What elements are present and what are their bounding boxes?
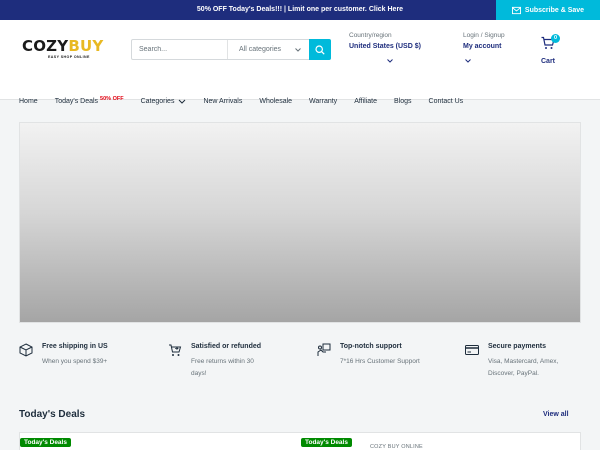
logo[interactable]: COZYBUY EASY SHOP ONLINE	[22, 38, 112, 66]
feature-title: Satisfied or refunded	[191, 343, 262, 350]
nav-affiliate[interactable]: Affiliate	[354, 98, 377, 105]
feature-title: Top-notch support	[340, 343, 402, 350]
feature-refund: Satisfied or refunded Free returns withi…	[168, 343, 293, 380]
country-value: United States (USD $)	[349, 43, 421, 50]
deal-badge: Today's Deals	[20, 438, 71, 447]
support-icon	[317, 343, 331, 356]
section-title: Today's Deals	[19, 409, 86, 420]
cart-count-badge: 0	[551, 34, 560, 43]
main-nav: Home Today's Deals 50% OFF Categories New…	[19, 95, 480, 106]
feature-title: Secure payments	[488, 343, 546, 350]
cart-label: Cart	[541, 58, 556, 65]
country-label: Country/region	[349, 32, 392, 39]
login-label: Login / Signup	[463, 32, 505, 39]
chevron-down-icon	[179, 99, 186, 104]
credit-card-icon	[465, 345, 479, 355]
deal-badge: Today's Deals	[301, 438, 352, 447]
search-button[interactable]	[309, 39, 331, 60]
subscribe-button[interactable]: Subscribe & Save	[496, 0, 600, 20]
chevron-down-icon	[387, 59, 393, 63]
feature-title: Free shipping in US	[42, 343, 108, 350]
feature-support: Top-notch support 7*16 Hrs Customer Supp…	[317, 343, 420, 368]
search-input[interactable]	[132, 40, 227, 59]
logo-tagline: EASY SHOP ONLINE	[48, 55, 90, 59]
chevron-down-icon	[465, 59, 471, 63]
nav-new-arrivals[interactable]: New Arrivals	[203, 98, 242, 105]
search-bar: All categories	[131, 39, 331, 60]
feature-desc: When you spend $39+	[42, 358, 108, 365]
feature-desc: Free returns within 30 days!	[191, 358, 254, 377]
nav-deals-label: Today's Deals	[54, 98, 99, 105]
nav-wholesale[interactable]: Wholesale	[259, 98, 292, 105]
chevron-down-icon	[295, 47, 301, 52]
category-select-label: All categories	[239, 46, 282, 53]
feature-shipping: Free shipping in US When you spend $39+	[19, 343, 108, 368]
nav-deals-badge: 50% OFF	[100, 95, 124, 102]
hero-banner[interactable]	[19, 122, 581, 323]
box-icon	[19, 343, 33, 357]
subscribe-label: Subscribe & Save	[524, 6, 585, 14]
deals-carousel: Today's Deals Today's Deals COZY BUY ONL…	[19, 432, 581, 450]
feature-payments: Secure payments Visa, Mastercard, Amex, …	[465, 343, 581, 380]
mail-icon	[511, 6, 521, 14]
refund-cart-icon	[169, 344, 182, 356]
nav-warranty[interactable]: Warranty	[309, 98, 337, 105]
nav-blogs[interactable]: Blogs	[394, 98, 412, 105]
account-menu[interactable]: Login / Signup My account	[463, 32, 505, 68]
vendor-name[interactable]: COZY BUY ONLINE	[370, 444, 423, 450]
nav-categories-label: Categories	[140, 98, 175, 105]
nav-home[interactable]: Home	[19, 98, 38, 105]
nav-categories[interactable]: Categories	[141, 98, 187, 105]
nav-todays-deals[interactable]: Today's Deals 50% OFF	[54, 95, 124, 106]
feature-desc: 7*16 Hrs Customer Support	[340, 358, 420, 365]
view-all-link[interactable]: View all	[543, 411, 569, 418]
cart-button[interactable]: 0 Cart	[541, 34, 571, 65]
search-icon	[315, 44, 325, 55]
account-value: My account	[463, 43, 502, 50]
site-header: COZYBUY EASY SHOP ONLINE All categories …	[0, 20, 600, 105]
logo-word-buy: BUY	[68, 37, 104, 55]
country-selector[interactable]: Country/region United States (USD $)	[349, 32, 421, 68]
category-select[interactable]: All categories	[227, 40, 309, 59]
nav-contact[interactable]: Contact Us	[429, 98, 464, 105]
logo-word-cozy: COZY	[22, 37, 69, 55]
feature-desc: Visa, Mastercard, Amex, Discover, PayPal…	[488, 358, 559, 377]
